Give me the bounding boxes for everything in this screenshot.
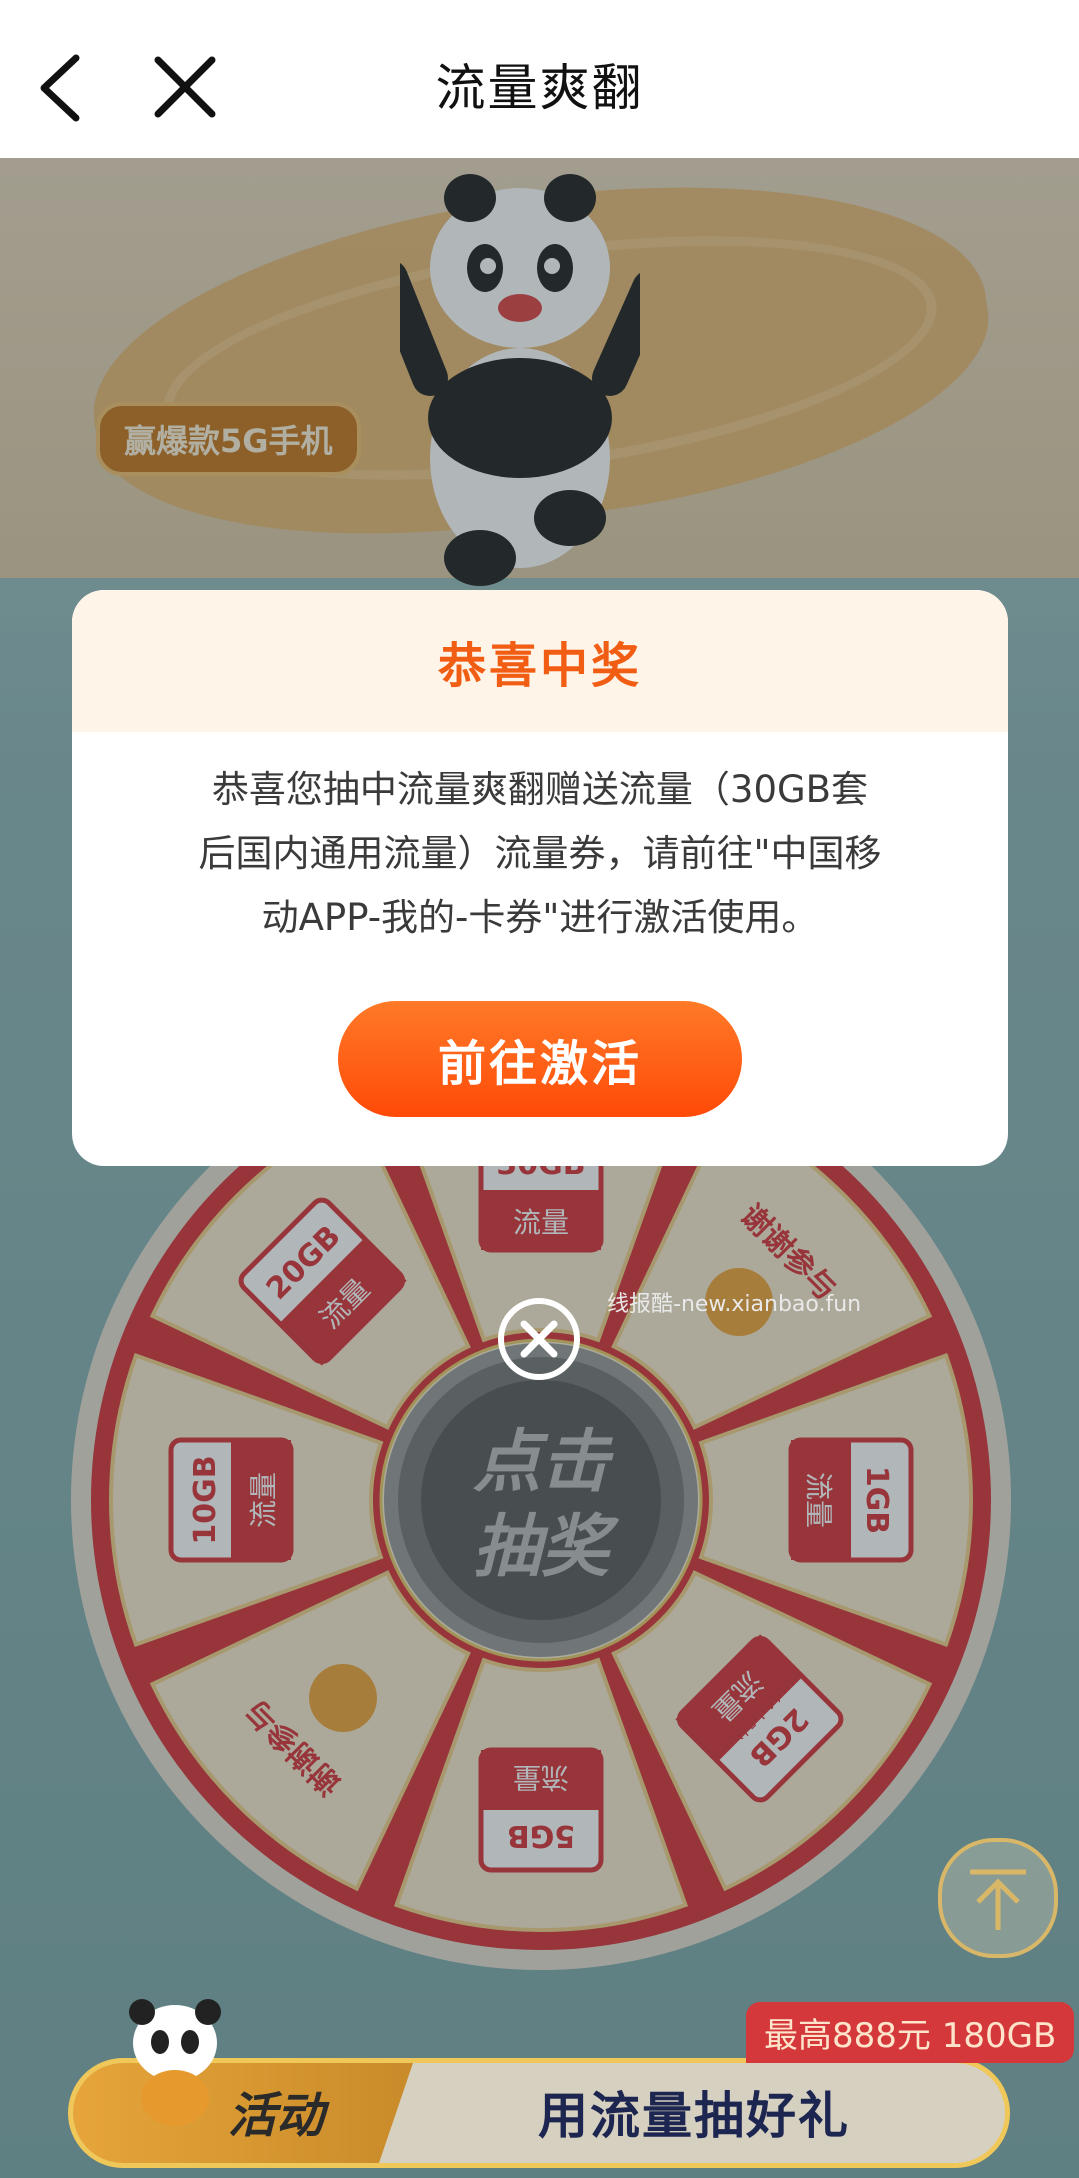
dialog-close-icon[interactable]	[496, 1296, 582, 1382]
activity-slogan: 用流量抽好礼	[538, 2087, 850, 2145]
dialog-message-line: 恭喜您抽中流量爽翻赠送流量（30GB套	[211, 768, 869, 811]
activate-button[interactable]: 前往激活	[338, 1001, 742, 1117]
max-prize-badge: 最高888元 180GB	[746, 2002, 1075, 2063]
modal-overlay[interactable]	[0, 158, 1079, 2178]
watermark: 线报酷-new.xianbao.fun	[607, 1292, 862, 1317]
mini-panda-icon	[129, 1999, 221, 2126]
dialog-header: 恭喜中奖	[72, 590, 1008, 732]
arrow-up-icon	[970, 1869, 1026, 1930]
dialog-message-line: 后国内通用流量）流量券，请前往"中国移	[198, 832, 882, 875]
dialog-title: 恭喜中奖	[437, 638, 642, 694]
activity-label: 活动	[228, 2088, 325, 2144]
page-title: 流量爽翻	[435, 59, 644, 117]
back-to-top-button[interactable]	[938, 1838, 1058, 1958]
dialog-message-line: 动APP-我的-卡券"进行激活使用。	[261, 896, 819, 939]
prize-dialog: 恭喜中奖 恭喜您抽中流量爽翻赠送流量（30GB套 后国内通用流量）流量券，请前往…	[72, 590, 1008, 1166]
top-nav-bar: 流量爽翻	[0, 0, 1079, 158]
dialog-message: 恭喜您抽中流量爽翻赠送流量（30GB套 后国内通用流量）流量券，请前往"中国移 …	[152, 758, 928, 950]
